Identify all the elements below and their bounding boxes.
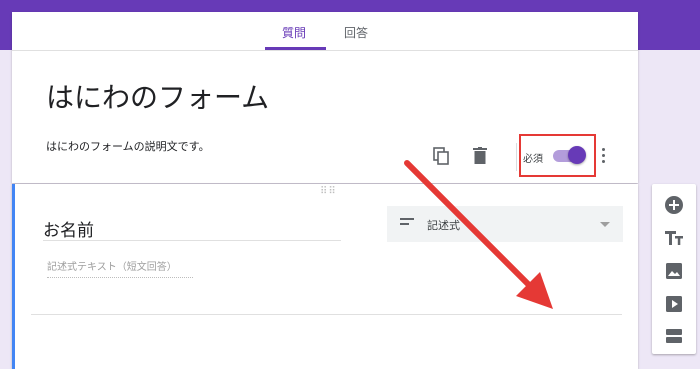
tab-responses[interactable]: 回答 [344, 24, 368, 41]
add-video-icon[interactable] [664, 294, 684, 314]
more-options-icon[interactable] [602, 148, 606, 164]
form-title[interactable]: はにわのフォーム [46, 76, 269, 116]
add-image-icon[interactable] [664, 261, 684, 281]
question-title: お名前 [43, 221, 94, 241]
add-question-icon[interactable] [664, 195, 684, 215]
add-section-icon[interactable] [664, 326, 684, 346]
tab-questions[interactable]: 質問 [282, 24, 306, 41]
required-label: 必須 [523, 154, 543, 165]
side-toolbar [652, 184, 696, 354]
drag-handle-icon[interactable]: ⠿⠿ [320, 187, 337, 197]
add-title-icon[interactable] [664, 228, 684, 248]
active-tab-indicator [265, 47, 326, 50]
form-description[interactable]: はにわのフォームの説明文です。 [46, 138, 210, 154]
chevron-down-icon [600, 222, 610, 227]
short-answer-icon [400, 218, 414, 228]
question-card[interactable]: ⠿⠿ お名前 記述式 記述式テキスト（短文回答） [12, 184, 638, 369]
delete-icon[interactable] [473, 147, 487, 164]
footer-separator [516, 143, 517, 171]
duplicate-icon[interactable] [433, 147, 449, 165]
answer-placeholder: 記述式テキスト（短文回答） [47, 258, 193, 278]
question-footer-divider [31, 314, 622, 315]
required-toggle-knob[interactable] [568, 146, 586, 164]
question-type-dropdown[interactable]: 記述式 [387, 206, 623, 242]
question-type-label: 記述式 [427, 219, 460, 232]
question-title-field[interactable]: お名前 [43, 206, 341, 241]
tab-bar: 質問 回答 [12, 12, 638, 51]
